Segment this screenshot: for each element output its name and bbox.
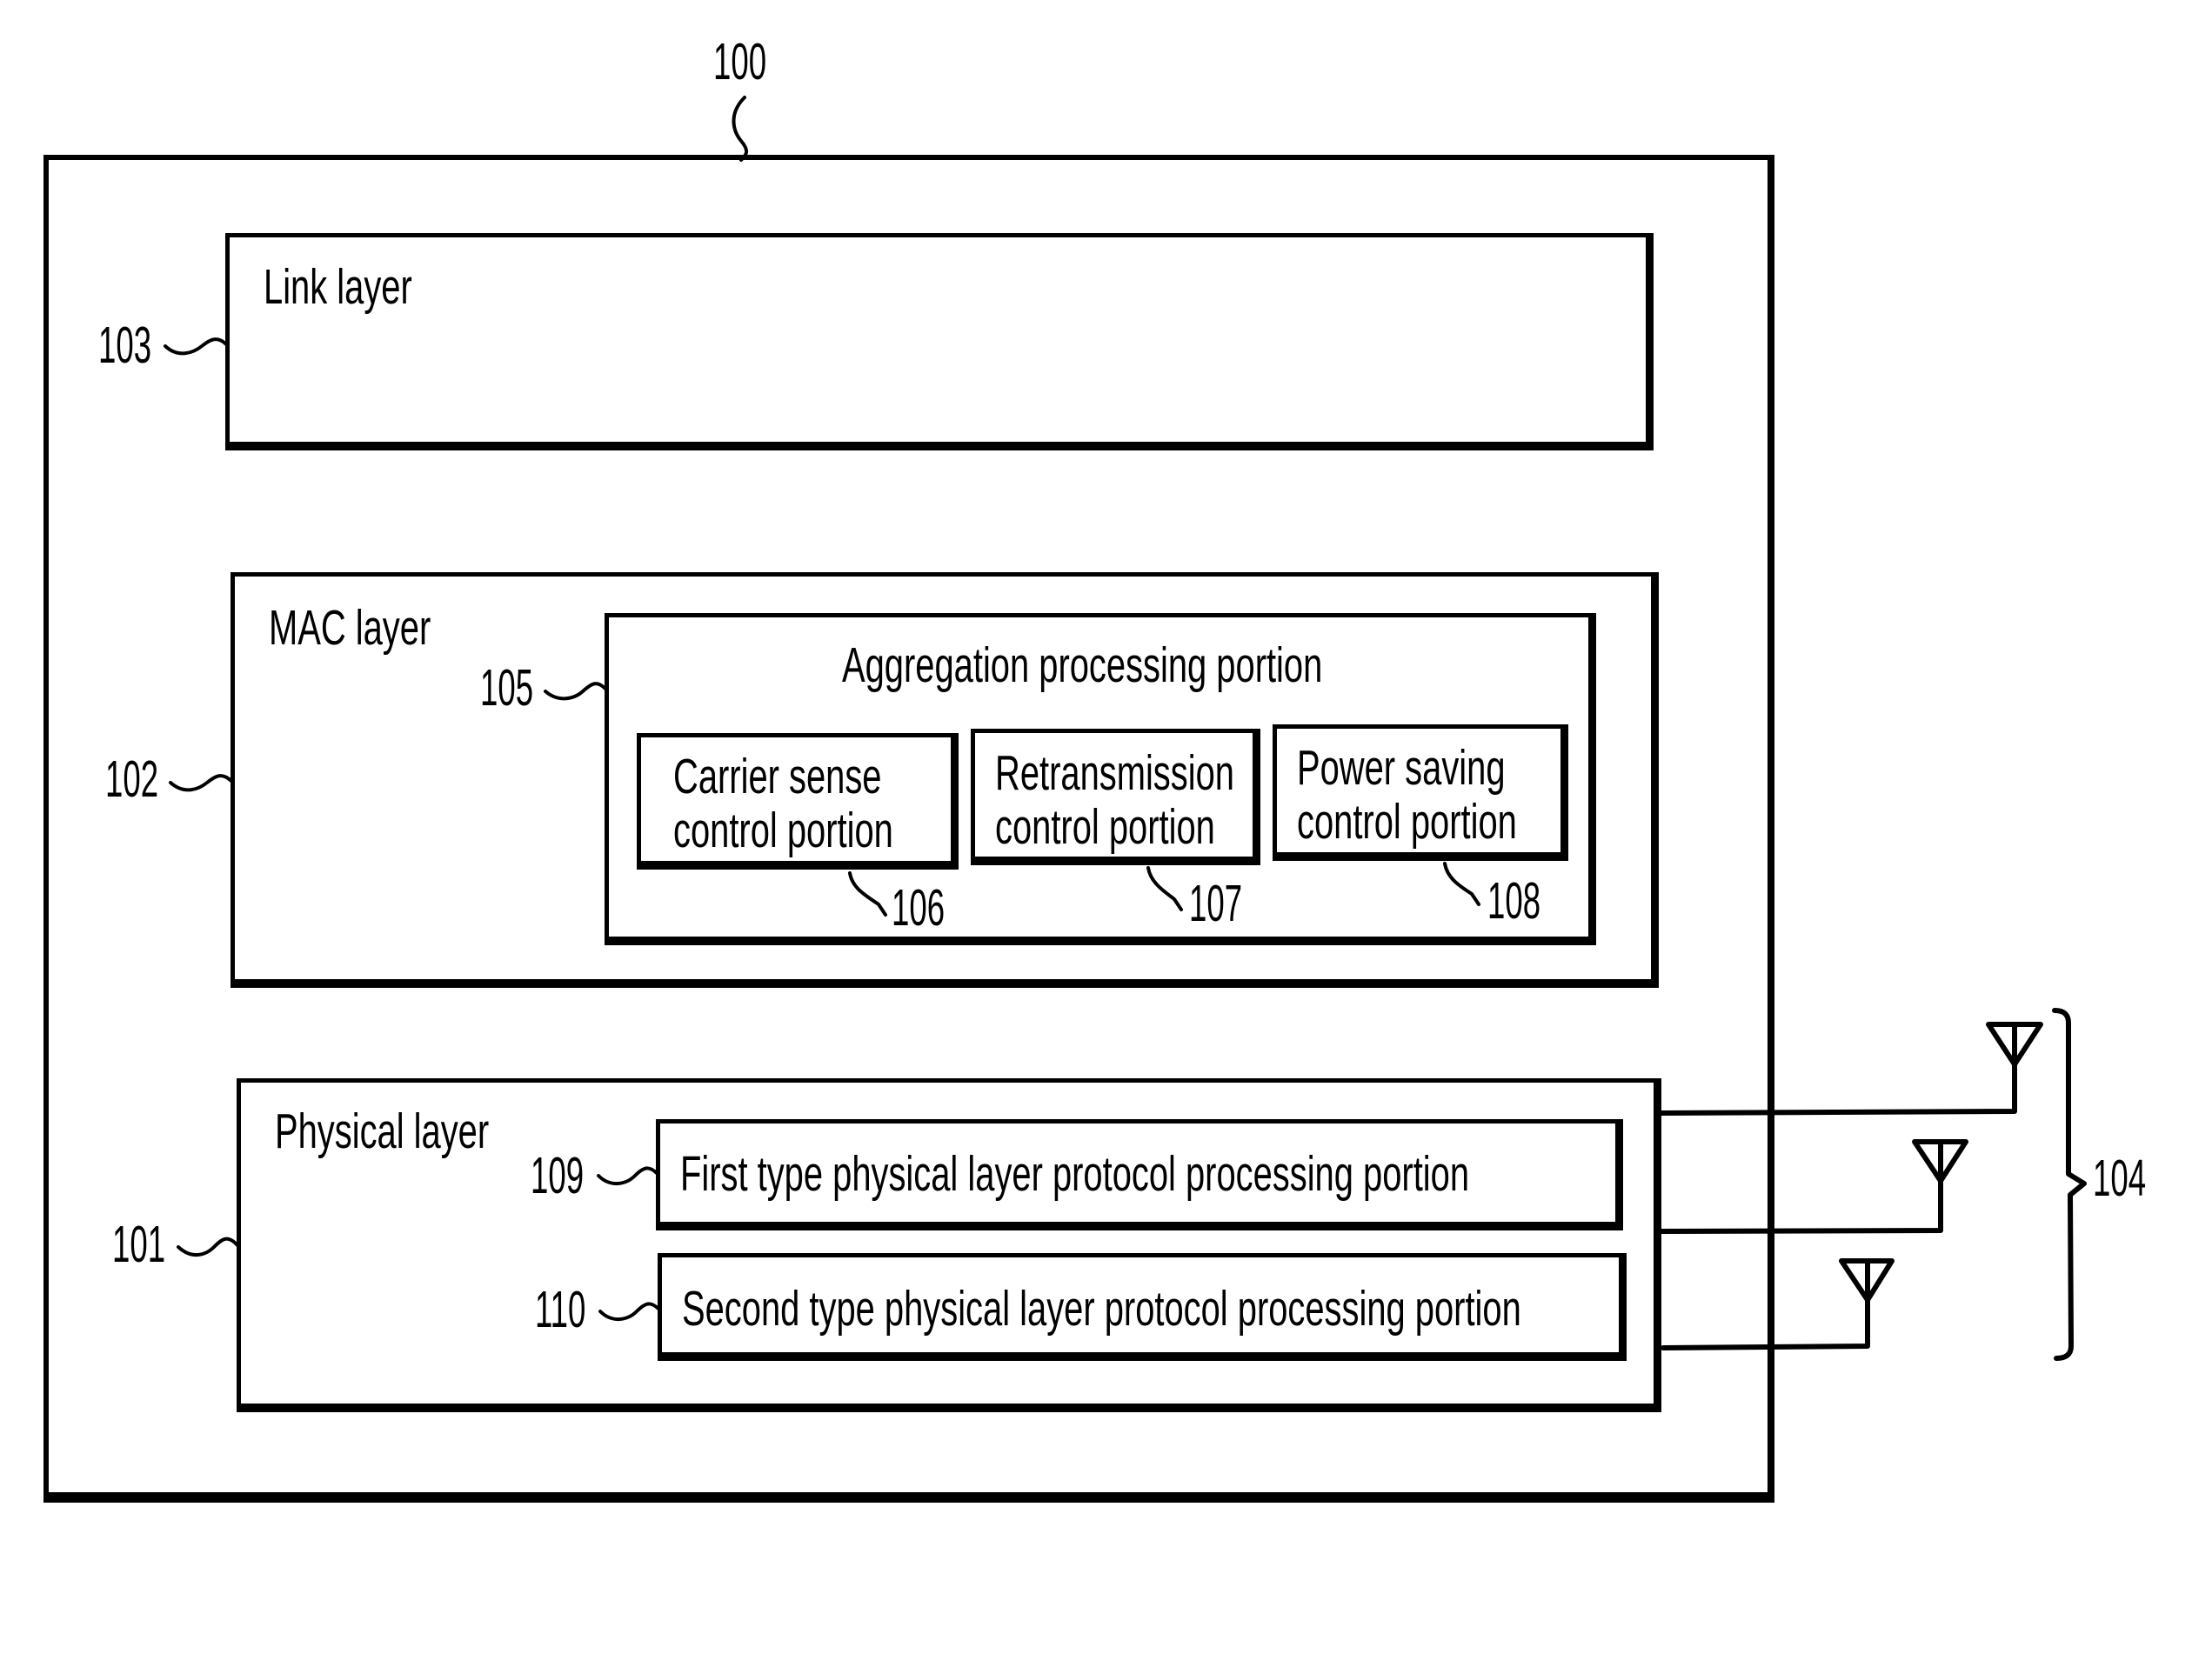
carrier-sense-label: Carrier sense control portion xyxy=(673,750,893,857)
power-saving-label: Power saving control portion xyxy=(1297,741,1517,849)
wireless-device-block-diagram: 100 Link layer 103 MAC layer 102 Aggrega… xyxy=(0,0,2212,1667)
ref-106-label: 106 xyxy=(892,879,946,937)
antenna-icon xyxy=(1986,1022,2043,1067)
physical-layer-title: Physical layer xyxy=(275,1104,490,1159)
ref-108-label: 108 xyxy=(1487,872,1541,930)
power-saving-line1: Power saving xyxy=(1297,740,1506,796)
retransmission-label: Retransmission control portion xyxy=(995,746,1234,854)
second-phy-label: Second type physical layer protocol proc… xyxy=(682,1281,1521,1337)
antenna-icon xyxy=(1839,1258,1895,1303)
power-saving-line2: control portion xyxy=(1297,794,1517,850)
link-layer-box xyxy=(225,233,1654,450)
retransmission-line1: Retransmission xyxy=(995,745,1234,801)
ref-102-label: 102 xyxy=(105,750,159,808)
carrier-sense-line1: Carrier sense xyxy=(673,749,882,804)
ref-101-label: 101 xyxy=(112,1216,166,1273)
aggregation-title: Aggregation processing portion xyxy=(842,637,1323,693)
antenna-group-brace xyxy=(2052,1008,2087,1361)
ref-103-label: 103 xyxy=(98,317,152,374)
ref-104-label: 104 xyxy=(2093,1150,2147,1207)
leader-100 xyxy=(732,96,748,162)
link-layer-title: Link layer xyxy=(264,259,412,315)
retransmission-line2: control portion xyxy=(995,799,1215,855)
ref-107-label: 107 xyxy=(1189,875,1243,932)
carrier-sense-line2: control portion xyxy=(673,803,893,858)
ref-110-label: 110 xyxy=(535,1281,586,1338)
antenna-icon xyxy=(1912,1139,1968,1184)
ref-105-label: 105 xyxy=(480,659,534,717)
mac-layer-title: MAC layer xyxy=(269,600,431,656)
first-phy-label: First type physical layer protocol proce… xyxy=(680,1146,1470,1202)
ref-109-label: 109 xyxy=(531,1147,585,1204)
ref-100-label: 100 xyxy=(713,33,767,90)
